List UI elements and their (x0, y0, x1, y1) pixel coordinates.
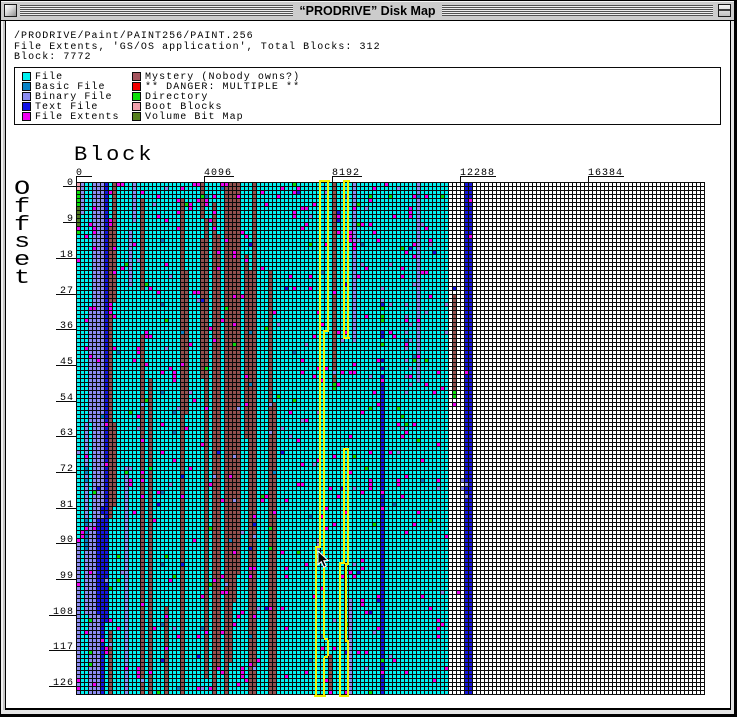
svg-text:0: 0 (76, 168, 83, 179)
svg-text:12288: 12288 (460, 168, 495, 179)
svg-text:63: 63 (60, 428, 74, 439)
svg-text:0: 0 (67, 178, 74, 189)
svg-text:9: 9 (67, 214, 74, 225)
svg-text:36: 36 (60, 321, 74, 332)
svg-text:18: 18 (60, 250, 74, 261)
svg-text:90: 90 (60, 535, 74, 546)
svg-text:27: 27 (60, 286, 74, 297)
svg-text:72: 72 (60, 464, 74, 475)
svg-text:99: 99 (60, 571, 74, 582)
svg-text:4096: 4096 (204, 168, 232, 179)
svg-text:108: 108 (53, 607, 74, 618)
svg-text:81: 81 (60, 500, 74, 511)
svg-text:16384: 16384 (588, 168, 623, 179)
svg-text:8192: 8192 (332, 168, 360, 179)
svg-text:117: 117 (53, 642, 74, 653)
svg-text:45: 45 (60, 357, 74, 368)
svg-text:54: 54 (60, 393, 74, 404)
svg-text:126: 126 (53, 678, 74, 689)
